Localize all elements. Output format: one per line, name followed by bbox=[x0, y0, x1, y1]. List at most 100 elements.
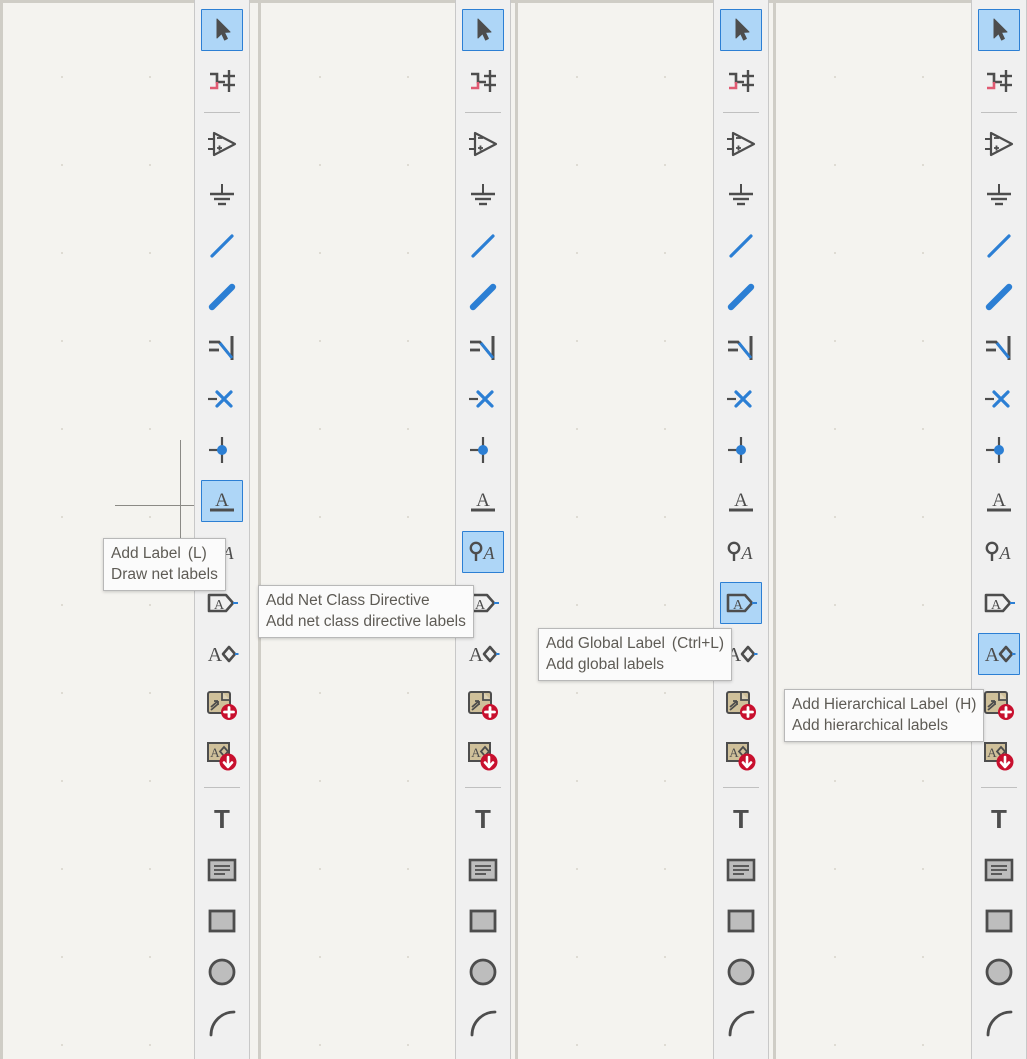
bus-entry-icon bbox=[983, 333, 1015, 363]
toolbar-button-add-arc[interactable] bbox=[462, 1002, 504, 1044]
toolbar-button-add-text[interactable]: T bbox=[462, 798, 504, 840]
svg-text:A: A bbox=[991, 598, 1002, 613]
toolbar-button-add-textbox[interactable] bbox=[978, 849, 1020, 891]
toolbar-button-place-power[interactable] bbox=[462, 174, 504, 216]
toolbar-button-add-arc[interactable] bbox=[720, 1002, 762, 1044]
toolbar-button-junction[interactable] bbox=[462, 429, 504, 471]
toolbar-button-add-rectangle[interactable] bbox=[720, 900, 762, 942]
toolbar-button-place-power[interactable] bbox=[720, 174, 762, 216]
toolbar-button-import-sheet-pin[interactable]: A bbox=[201, 735, 243, 777]
toolbar-separator bbox=[981, 112, 1017, 113]
toolbar-button-select[interactable] bbox=[201, 9, 243, 51]
tooltip-add-label: Add Label (L) Draw net labels bbox=[103, 538, 226, 591]
schematic-drawing-toolbar[interactable]: A A A A A T bbox=[713, 0, 769, 1059]
toolbar-button-net-class-directive[interactable]: A bbox=[978, 531, 1020, 573]
power-port-icon bbox=[726, 181, 756, 209]
toolbar-button-add-circle[interactable] bbox=[201, 951, 243, 993]
toolbar-button-no-connect[interactable] bbox=[201, 378, 243, 420]
toolbar-button-place-symbol[interactable] bbox=[978, 123, 1020, 165]
toolbar-button-bus-entry[interactable] bbox=[201, 327, 243, 369]
toolbar-button-add-text[interactable]: T bbox=[978, 798, 1020, 840]
toolbar-button-add-circle[interactable] bbox=[462, 951, 504, 993]
toolbar-button-select[interactable] bbox=[462, 9, 504, 51]
toolbar-button-add-rectangle[interactable] bbox=[201, 900, 243, 942]
text-t-icon: T bbox=[469, 805, 497, 833]
schematic-drawing-toolbar[interactable]: A A A A A T bbox=[194, 0, 250, 1059]
toolbar-button-highlight-net[interactable] bbox=[720, 60, 762, 102]
svg-text:A: A bbox=[210, 745, 220, 760]
toolbar-button-junction[interactable] bbox=[201, 429, 243, 471]
toolbar-button-bus-entry[interactable] bbox=[978, 327, 1020, 369]
toolbar-button-place-symbol[interactable] bbox=[201, 123, 243, 165]
toolbar-button-add-sheet[interactable] bbox=[201, 684, 243, 726]
toolbar-button-no-connect[interactable] bbox=[720, 378, 762, 420]
toolbar-button-import-sheet-pin[interactable]: A bbox=[720, 735, 762, 777]
toolbar-button-draw-bus[interactable] bbox=[978, 276, 1020, 318]
toolbar-button-draw-wire[interactable] bbox=[201, 225, 243, 267]
cursor-arrow-icon bbox=[207, 15, 237, 45]
label-a-icon: A bbox=[984, 487, 1014, 515]
highlight-net-icon bbox=[725, 66, 757, 96]
highlight-net-icon bbox=[467, 66, 499, 96]
toolbar-button-add-text[interactable]: T bbox=[201, 798, 243, 840]
toolbar-button-add-label[interactable]: A bbox=[201, 480, 243, 522]
toolbar-button-select[interactable] bbox=[720, 9, 762, 51]
toolbar-button-add-label[interactable]: A bbox=[978, 480, 1020, 522]
toolbar-button-draw-wire[interactable] bbox=[462, 225, 504, 267]
hierarchical-label-icon: A bbox=[205, 640, 239, 668]
schematic-drawing-toolbar[interactable]: A A A A A T bbox=[971, 0, 1027, 1059]
schematic-drawing-toolbar[interactable]: A A A A A T bbox=[455, 0, 511, 1059]
toolbar-button-draw-bus[interactable] bbox=[462, 276, 504, 318]
toolbar-button-select[interactable] bbox=[978, 9, 1020, 51]
toolbar-button-net-class-directive[interactable]: A bbox=[462, 531, 504, 573]
toolbar-button-add-rectangle[interactable] bbox=[462, 900, 504, 942]
rectangle-icon bbox=[983, 908, 1015, 934]
toolbar-button-import-sheet-pin[interactable]: A bbox=[462, 735, 504, 777]
toolbar-button-net-class-directive[interactable]: A bbox=[720, 531, 762, 573]
toolbar-button-highlight-net[interactable] bbox=[978, 60, 1020, 102]
toolbar-button-hierarchical-label[interactable]: A bbox=[462, 633, 504, 675]
toolbar-button-place-power[interactable] bbox=[201, 174, 243, 216]
toolbar-button-add-circle[interactable] bbox=[978, 951, 1020, 993]
toolbar-button-add-text[interactable]: T bbox=[720, 798, 762, 840]
toolbar-button-add-arc[interactable] bbox=[978, 1002, 1020, 1044]
rectangle-icon bbox=[206, 908, 238, 934]
toolbar-separator bbox=[981, 787, 1017, 788]
toolbar-button-place-power[interactable] bbox=[978, 174, 1020, 216]
toolbar-button-draw-wire[interactable] bbox=[720, 225, 762, 267]
toolbar-button-draw-bus[interactable] bbox=[201, 276, 243, 318]
panel-net-class-directive: A A A A A T bbox=[258, 0, 515, 1059]
toolbar-button-add-textbox[interactable] bbox=[201, 849, 243, 891]
toolbar-button-add-textbox[interactable] bbox=[720, 849, 762, 891]
toolbar-button-bus-entry[interactable] bbox=[462, 327, 504, 369]
toolbar-button-add-label[interactable]: A bbox=[720, 480, 762, 522]
toolbar-button-add-arc[interactable] bbox=[201, 1002, 243, 1044]
toolbar-button-global-label[interactable]: A bbox=[978, 582, 1020, 624]
toolbar-button-highlight-net[interactable] bbox=[462, 60, 504, 102]
toolbar-button-add-circle[interactable] bbox=[720, 951, 762, 993]
toolbar-button-junction[interactable] bbox=[720, 429, 762, 471]
toolbar-button-hierarchical-label[interactable]: A bbox=[201, 633, 243, 675]
toolbar-button-add-sheet[interactable] bbox=[462, 684, 504, 726]
toolbar-button-add-sheet[interactable] bbox=[720, 684, 762, 726]
junction-dot-icon bbox=[725, 435, 757, 465]
toolbar-button-add-rectangle[interactable] bbox=[978, 900, 1020, 942]
import-sheet-pin-icon: A bbox=[205, 740, 239, 772]
toolbar-button-no-connect[interactable] bbox=[978, 378, 1020, 420]
toolbar-button-place-symbol[interactable] bbox=[720, 123, 762, 165]
toolbar-button-add-textbox[interactable] bbox=[462, 849, 504, 891]
toolbar-button-hierarchical-label[interactable]: A bbox=[978, 633, 1020, 675]
toolbar-button-bus-entry[interactable] bbox=[720, 327, 762, 369]
toolbar-button-draw-wire[interactable] bbox=[978, 225, 1020, 267]
toolbar-button-place-symbol[interactable] bbox=[462, 123, 504, 165]
toolbar-button-draw-bus[interactable] bbox=[720, 276, 762, 318]
tooltip-title-text: Add Global Label bbox=[546, 635, 665, 652]
svg-text:T: T bbox=[991, 805, 1007, 833]
toolbar-button-junction[interactable] bbox=[978, 429, 1020, 471]
toolbar-button-add-label[interactable]: A bbox=[462, 480, 504, 522]
global-label-icon: A bbox=[982, 589, 1016, 617]
toolbar-button-highlight-net[interactable] bbox=[201, 60, 243, 102]
toolbar-button-global-label[interactable]: A bbox=[720, 582, 762, 624]
tooltip-description: Add global labels bbox=[546, 656, 665, 673]
toolbar-button-no-connect[interactable] bbox=[462, 378, 504, 420]
